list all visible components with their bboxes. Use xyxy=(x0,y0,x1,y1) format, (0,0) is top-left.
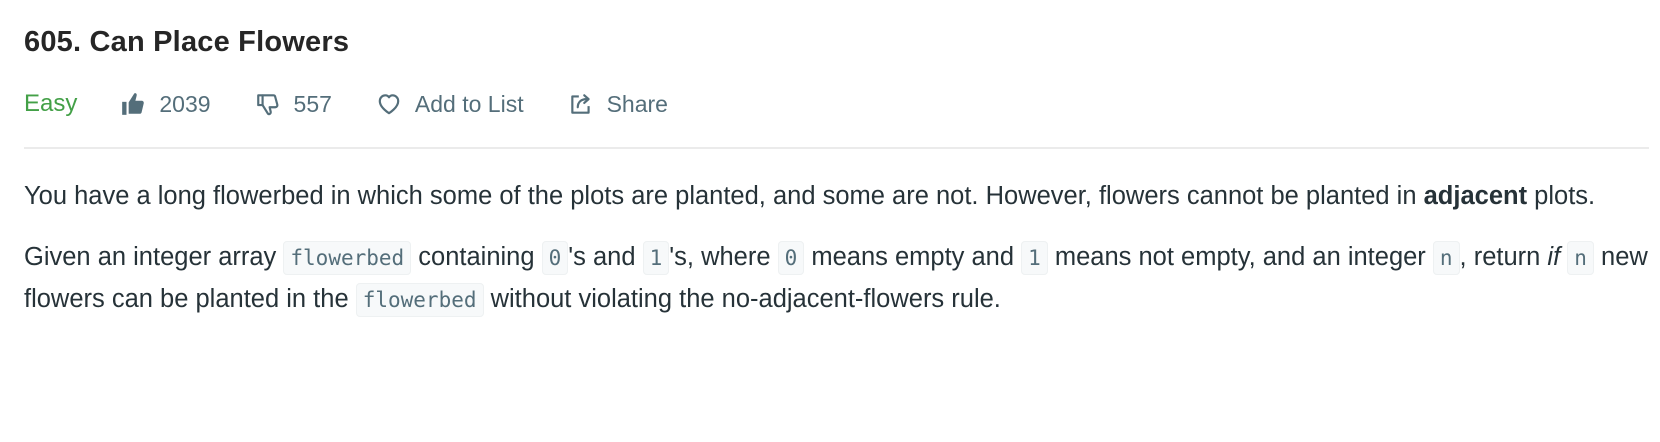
desc-text: means not empty, and an integer xyxy=(1047,243,1433,271)
problem-meta-bar: Easy 2039 557 Add to List Share xyxy=(24,86,711,122)
description-paragraph-2: Given an integer array flowerbed contain… xyxy=(24,237,1654,321)
desc-text: plots. xyxy=(1527,182,1596,210)
like-count: 2039 xyxy=(159,90,211,117)
description-paragraph-1: You have a long flowerbed in which some … xyxy=(24,176,1654,217)
desc-text: 's, where xyxy=(669,243,778,271)
like-button[interactable]: 2039 xyxy=(119,90,211,118)
desc-text: Given an integer array xyxy=(24,243,284,271)
section-divider xyxy=(24,147,1649,149)
dislike-count: 557 xyxy=(293,90,332,117)
desc-text: , return xyxy=(1459,243,1548,271)
problem-panel: 605. Can Place Flowers Easy 2039 557 Add… xyxy=(0,0,1660,442)
desc-text: 's and xyxy=(568,243,643,271)
desc-text: You have a long flowerbed in which some … xyxy=(24,182,1424,210)
share-button[interactable]: Share xyxy=(567,90,668,118)
desc-text: without violating the no-adjacent-flower… xyxy=(483,285,1001,313)
desc-text: containing xyxy=(411,243,542,271)
thumbs-up-icon xyxy=(119,90,147,118)
inline-code: flowerbed xyxy=(283,241,412,275)
inline-code: flowerbed xyxy=(355,283,484,317)
inline-code: 1 xyxy=(1021,241,1048,275)
heart-icon xyxy=(375,90,403,118)
inline-code: 1 xyxy=(642,241,670,275)
add-to-list-label: Add to List xyxy=(414,90,524,117)
desc-italic: if xyxy=(1547,243,1561,271)
difficulty-badge: Easy xyxy=(24,90,78,117)
share-icon xyxy=(567,90,595,118)
inline-code: n xyxy=(1567,241,1594,275)
inline-code: n xyxy=(1432,241,1460,275)
dislike-button[interactable]: 557 xyxy=(254,90,332,118)
problem-description: You have a long flowerbed in which some … xyxy=(24,176,1654,341)
problem-title: 605. Can Place Flowers xyxy=(24,26,350,58)
thumbs-down-icon xyxy=(254,90,282,118)
desc-bold: adjacent xyxy=(1423,182,1528,210)
inline-code: 0 xyxy=(777,241,805,275)
inline-code: 0 xyxy=(541,241,569,275)
share-label: Share xyxy=(606,90,668,117)
desc-text: means empty and xyxy=(804,243,1022,271)
add-to-list-button[interactable]: Add to List xyxy=(375,90,524,118)
